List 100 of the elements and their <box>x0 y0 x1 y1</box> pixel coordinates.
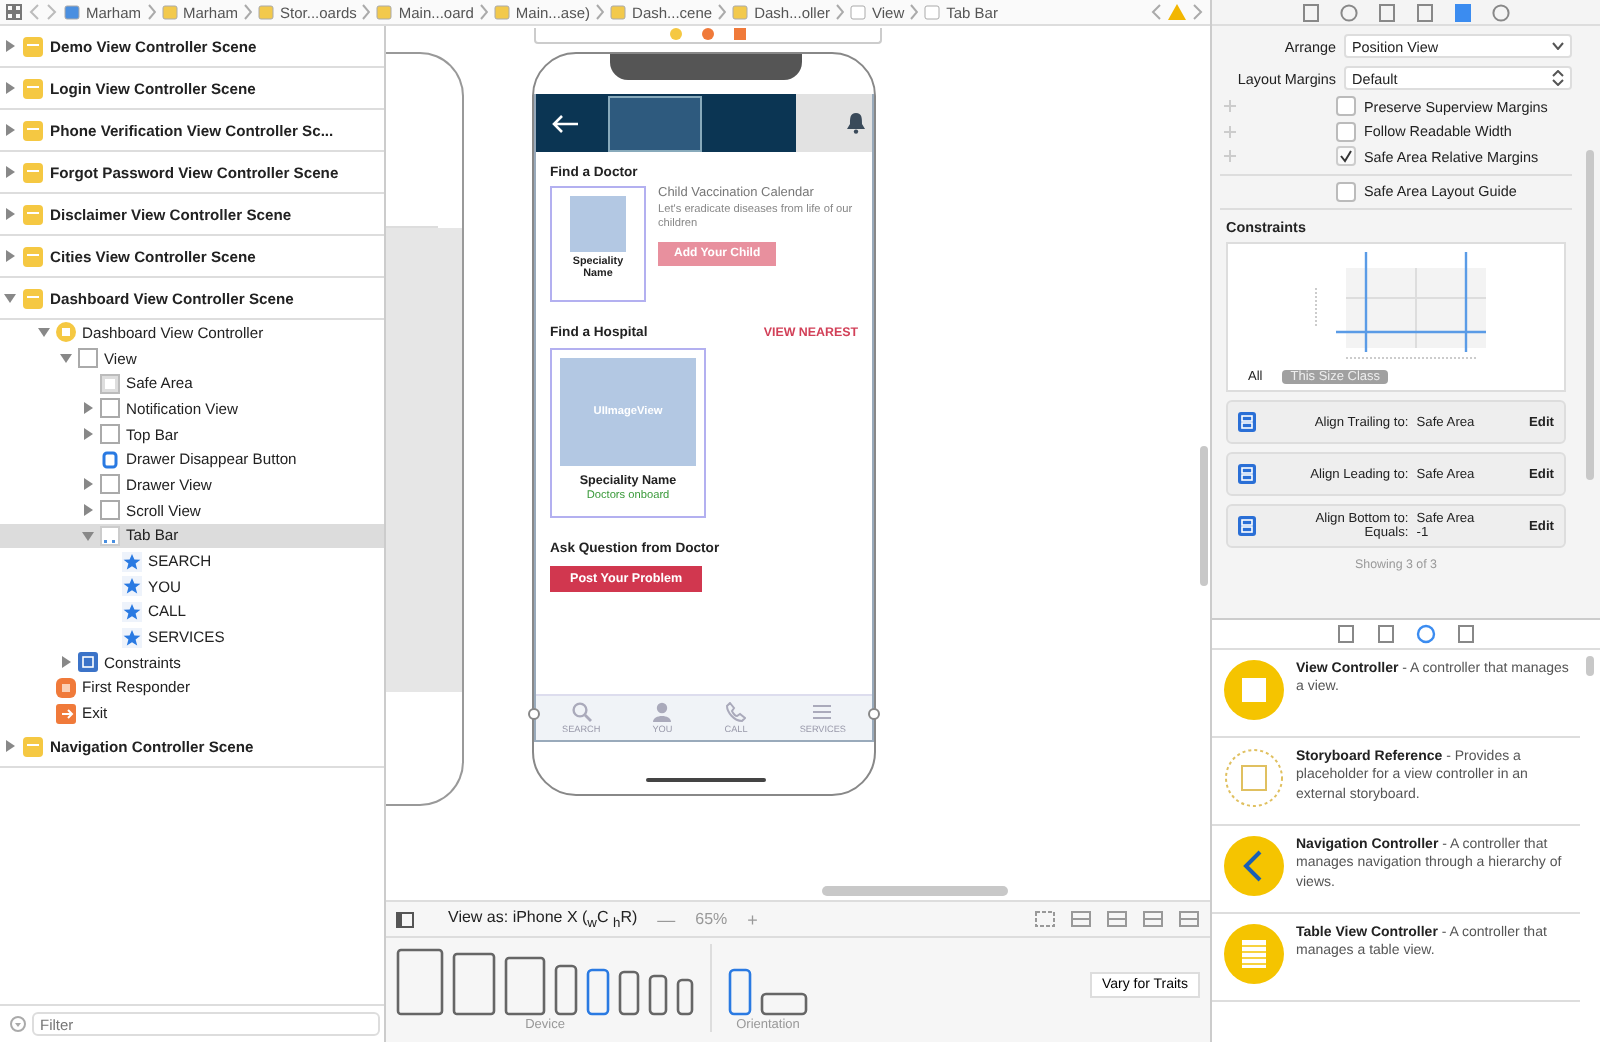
disclosure-icon[interactable] <box>82 428 94 441</box>
embed-icon[interactable] <box>1070 910 1092 928</box>
resize-handle[interactable] <box>528 708 540 720</box>
constraint-icon <box>1238 516 1256 536</box>
chevron-down-icon <box>1552 42 1564 50</box>
identity-icon[interactable] <box>1378 3 1396 21</box>
disclosure-icon[interactable] <box>60 656 72 669</box>
storyboard-reference-icon <box>1224 748 1284 808</box>
disclosure-icon[interactable] <box>4 124 16 136</box>
folder-icon <box>732 4 749 20</box>
next-issue-icon[interactable] <box>1192 4 1204 20</box>
star-icon <box>122 601 142 622</box>
object-library-icon[interactable] <box>1416 624 1436 644</box>
checkbox[interactable] <box>1336 181 1356 202</box>
grid-icon[interactable] <box>6 4 22 20</box>
image-placeholder <box>608 96 702 152</box>
disclosure-icon[interactable] <box>4 40 16 52</box>
stack-icon[interactable] <box>1106 910 1128 928</box>
chevron-icon <box>718 4 727 20</box>
chevron-icon <box>910 4 919 20</box>
chevron-icon <box>362 4 371 20</box>
code-snippet-icon[interactable] <box>1376 624 1396 644</box>
sidebar-toggle-icon[interactable] <box>396 911 414 927</box>
chevron-icon <box>836 4 844 20</box>
disclosure-icon[interactable] <box>4 82 16 94</box>
view-as-label: View as: iPhone X ($_{w}$C $_{h}$R) <box>448 907 638 931</box>
file-template-icon[interactable] <box>1336 624 1356 644</box>
disclosure-icon[interactable] <box>82 529 94 542</box>
view-icon <box>100 398 120 419</box>
back-icon[interactable] <box>28 4 40 20</box>
phone-icon[interactable] <box>676 978 694 1016</box>
disclosure-icon[interactable] <box>4 740 16 752</box>
checkbox[interactable] <box>1336 121 1356 142</box>
disclosure-icon[interactable] <box>4 166 16 178</box>
disclosure-icon[interactable] <box>4 208 16 220</box>
portrait-icon[interactable] <box>728 968 752 1016</box>
scrollbar[interactable] <box>1586 656 1594 676</box>
check-icon <box>1338 148 1354 165</box>
scene-icon <box>22 77 44 99</box>
cube-icon[interactable] <box>702 28 714 40</box>
scene-icon <box>22 735 44 757</box>
disclosure-icon[interactable] <box>82 478 94 491</box>
folder-icon <box>161 4 178 20</box>
tablet-icon[interactable] <box>504 956 546 1016</box>
tablet-icon[interactable] <box>452 952 496 1016</box>
view-icon <box>78 348 98 369</box>
stepper-icon <box>1552 70 1564 86</box>
phone-icon[interactable] <box>648 974 668 1016</box>
star-icon <box>122 576 142 597</box>
back-arrow-icon[interactable] <box>552 113 580 133</box>
view-icon <box>100 500 120 521</box>
disclosure-icon[interactable] <box>60 352 72 365</box>
phone-icon[interactable] <box>554 964 578 1016</box>
landscape-icon[interactable] <box>760 992 808 1016</box>
folder-icon <box>376 4 393 20</box>
file-icon[interactable] <box>1302 3 1320 21</box>
view-icon <box>100 424 120 445</box>
disclosure-icon[interactable] <box>82 402 94 415</box>
safe-area-icon <box>100 373 120 394</box>
scene-icon <box>22 161 44 183</box>
chevron-icon <box>596 4 605 20</box>
scrollbar[interactable] <box>822 886 1008 896</box>
checkbox[interactable] <box>1336 146 1356 167</box>
cube-icon <box>56 677 76 698</box>
folder-icon <box>493 4 510 20</box>
phone-icon[interactable] <box>618 970 640 1016</box>
disclosure-icon[interactable] <box>82 504 94 517</box>
connections-icon[interactable] <box>1492 3 1510 21</box>
tab-bar-icon <box>100 525 120 546</box>
scene-icon <box>22 119 44 141</box>
fit-icon[interactable] <box>1034 910 1056 928</box>
disclosure-icon[interactable] <box>4 250 16 262</box>
previous-issue-icon[interactable] <box>1150 4 1162 20</box>
filter-icon <box>10 1016 26 1032</box>
pin-icon[interactable] <box>1178 910 1200 928</box>
align-icon[interactable] <box>1142 910 1164 928</box>
help-icon[interactable] <box>1340 3 1358 21</box>
image-placeholder <box>570 196 626 252</box>
project-icon <box>64 4 80 20</box>
phone-icon <box>726 702 747 722</box>
disclosure-icon[interactable] <box>4 292 16 304</box>
scrollbar[interactable] <box>1200 446 1208 586</box>
menu-icon <box>812 702 833 722</box>
chevron-icon <box>244 4 253 20</box>
attributes-icon[interactable] <box>1416 3 1434 21</box>
scene-icon <box>22 203 44 225</box>
search-icon <box>571 702 592 722</box>
scene-icon <box>22 245 44 267</box>
view-controller-icon <box>1224 660 1284 720</box>
media-library-icon[interactable] <box>1456 624 1476 644</box>
chevron-icon <box>479 4 488 20</box>
forward-icon[interactable] <box>46 4 58 20</box>
phone-icon[interactable] <box>586 968 610 1016</box>
ruler-icon[interactable] <box>1454 3 1472 21</box>
disclosure-icon[interactable] <box>38 326 50 339</box>
checkbox[interactable] <box>1336 96 1356 117</box>
bell-icon[interactable] <box>846 112 866 134</box>
scrollbar[interactable] <box>1586 150 1594 480</box>
tablet-icon[interactable] <box>396 948 444 1016</box>
star-icon <box>122 627 142 648</box>
